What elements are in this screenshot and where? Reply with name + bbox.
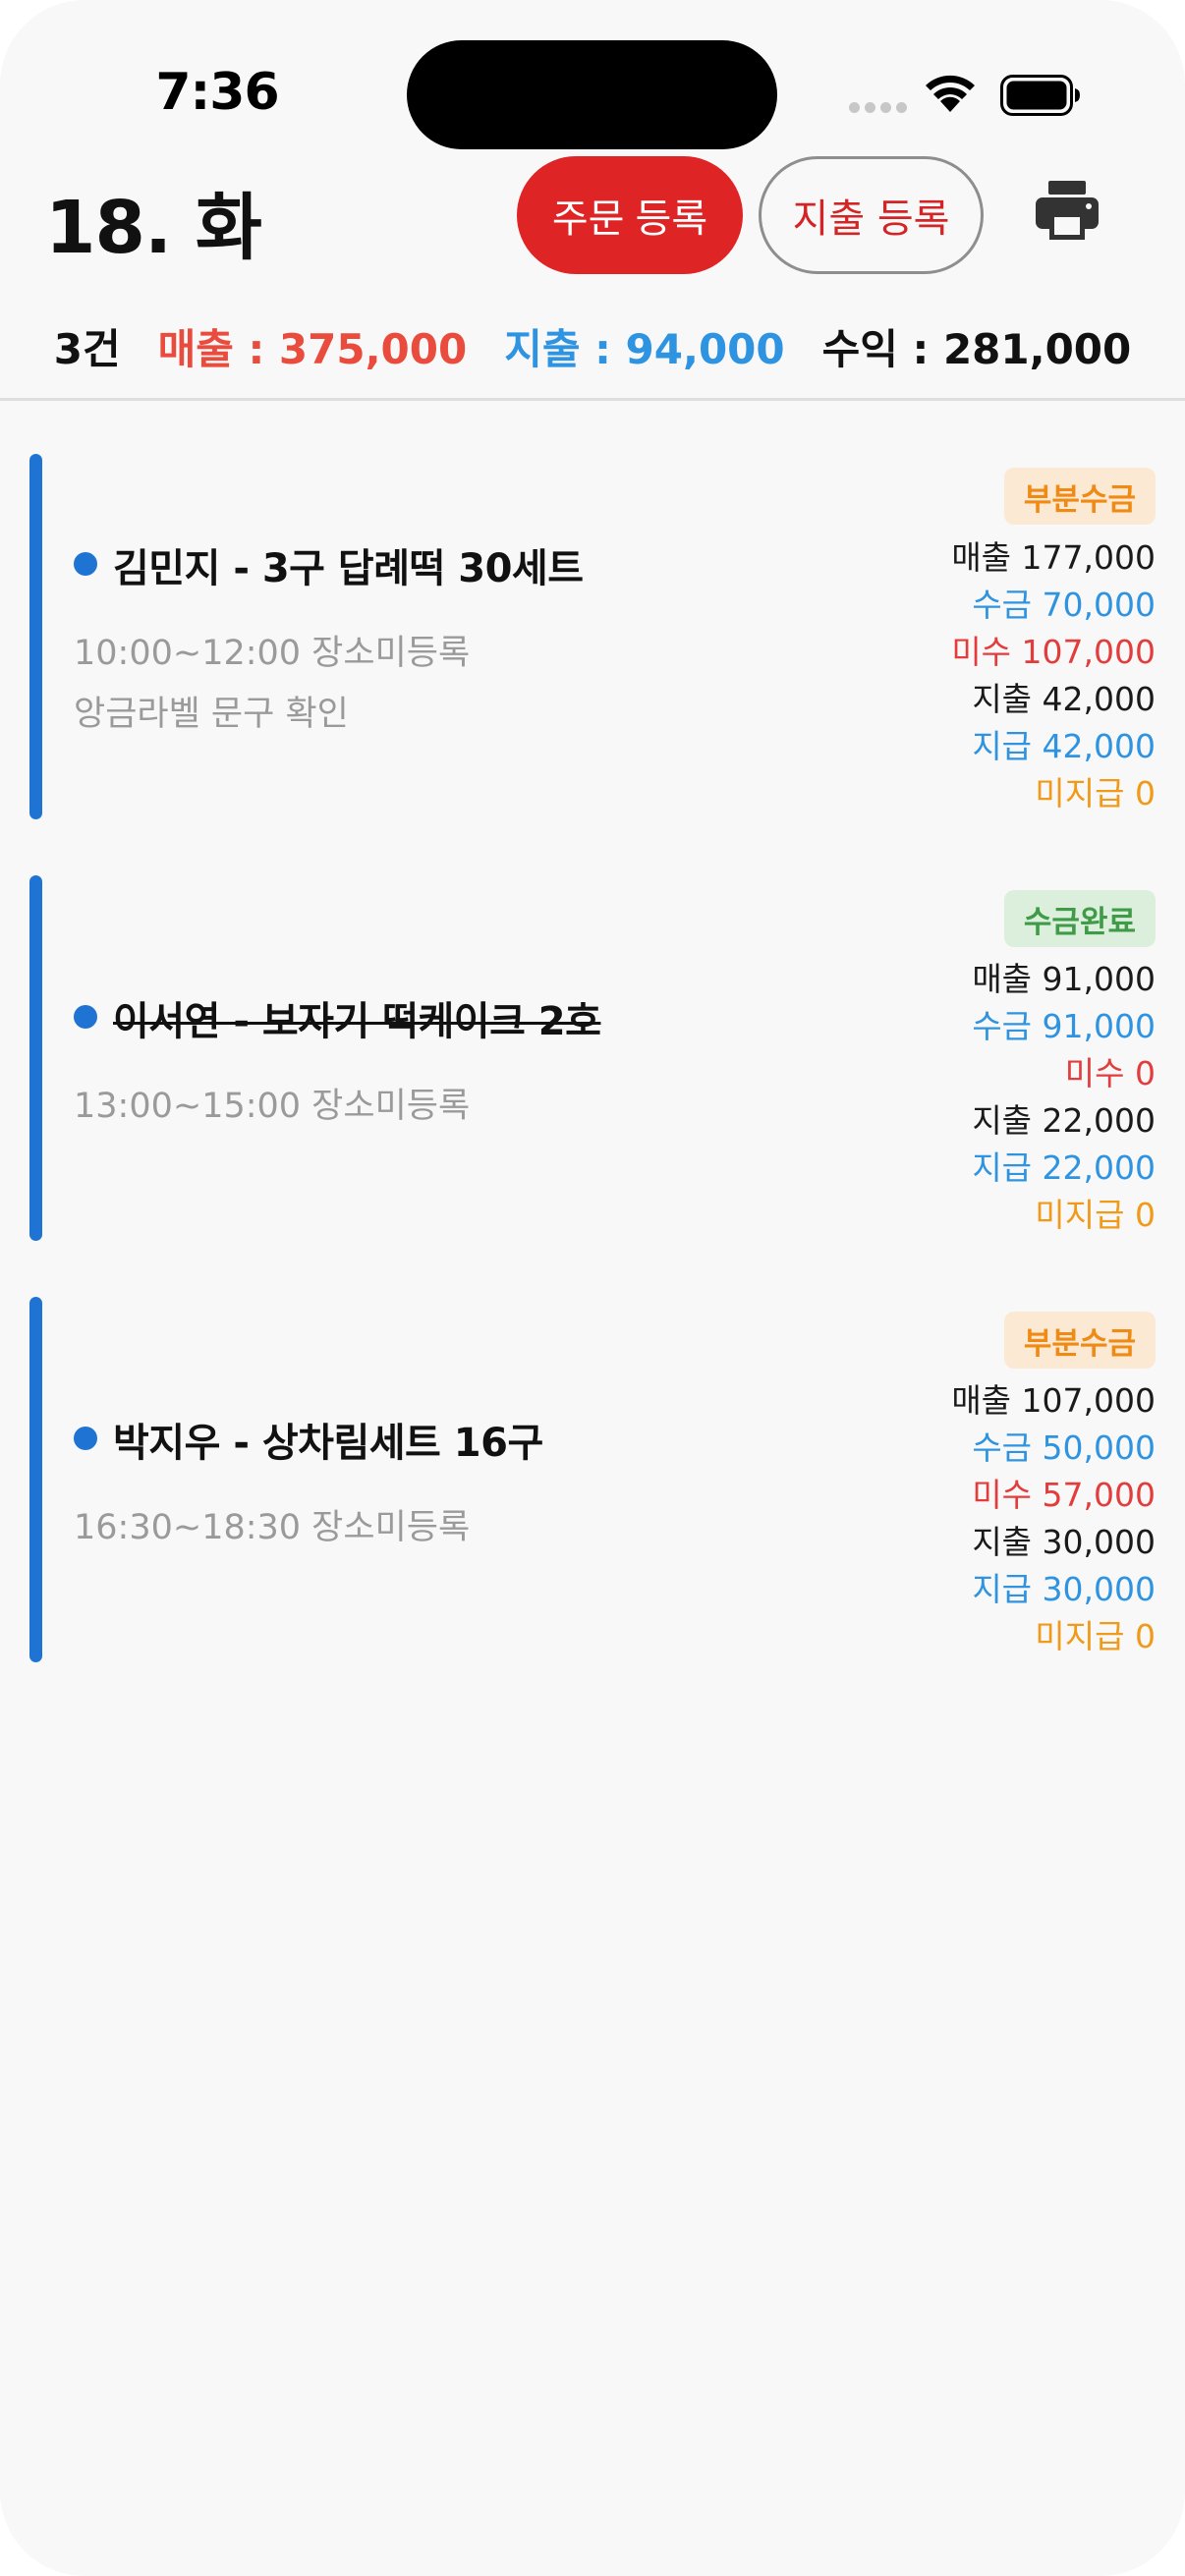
order-unreceived: 미수 107,000	[951, 633, 1156, 671]
dynamic-island	[407, 40, 777, 149]
order-received: 수금 91,000	[972, 1007, 1156, 1045]
register-expense-button[interactable]: 지출 등록	[759, 156, 984, 274]
app-screen: 7:36 18. 화 주문 등록 지출 등록 3건 매출 : 375,000 지…	[0, 0, 1185, 2576]
daily-summary: 3건 매출 : 375,000 지출 : 94,000 수익 : 281,000	[0, 316, 1185, 376]
header-divider	[0, 398, 1185, 401]
order-dot-icon	[74, 1427, 97, 1450]
order-amounts: 매출 91,000 수금 91,000 미수 0 지출 22,000 지급 22…	[972, 956, 1156, 1239]
register-order-button[interactable]: 주문 등록	[517, 156, 743, 274]
card-accent-bar	[29, 454, 42, 819]
expense-total: 지출 : 94,000	[504, 325, 785, 373]
order-unpaid: 미지급 0	[1035, 774, 1156, 812]
order-unreceived: 미수 57,000	[972, 1476, 1156, 1514]
order-sales: 매출 177,000	[951, 538, 1156, 577]
wifi-icon	[926, 75, 975, 112]
order-card[interactable]: 김민지 - 3구 답례떡 30세트 10:00~12:00 장소미등록 앙금라벨…	[0, 454, 1185, 819]
status-badge: 부분수금	[1003, 1312, 1156, 1369]
order-time-place: 16:30~18:30 장소미등록	[74, 1508, 471, 1547]
order-received: 수금 70,000	[972, 586, 1156, 624]
printer-icon[interactable]	[1036, 181, 1099, 240]
order-expense: 지출 42,000	[972, 680, 1156, 718]
order-amounts: 매출 107,000 수금 50,000 미수 57,000 지출 30,000…	[951, 1377, 1156, 1660]
order-unpaid: 미지급 0	[1035, 1617, 1156, 1655]
order-dot-icon	[74, 1005, 97, 1029]
order-unreceived: 미수 0	[1064, 1054, 1156, 1092]
order-card[interactable]: 박지우 - 상차림세트 16구 16:30~18:30 장소미등록 부분수금 매…	[0, 1297, 1185, 1662]
order-time-place: 13:00~15:00 장소미등록	[74, 1087, 471, 1126]
order-count: 3건	[53, 325, 121, 373]
order-title: 이서연 - 보자기 떡케이크 2호	[113, 999, 601, 1044]
cellular-signal-icon	[849, 102, 907, 113]
order-title: 김민지 - 3구 답례떡 30세트	[113, 546, 584, 591]
order-expense: 지출 22,000	[972, 1101, 1156, 1140]
status-badge: 수금완료	[1003, 890, 1156, 947]
order-dot-icon	[74, 552, 97, 576]
order-memo: 앙금라벨 문구 확인	[74, 695, 349, 734]
order-paid: 지급 30,000	[972, 1570, 1156, 1608]
page-title: 18. 화	[45, 186, 262, 270]
order-time-place: 10:00~12:00 장소미등록	[74, 634, 471, 673]
order-received: 수금 50,000	[972, 1428, 1156, 1467]
card-accent-bar	[29, 1297, 42, 1662]
profit-total: 수익 : 281,000	[821, 325, 1132, 373]
order-unpaid: 미지급 0	[1035, 1196, 1156, 1234]
order-sales: 매출 107,000	[951, 1381, 1156, 1420]
card-accent-bar	[29, 875, 42, 1241]
order-paid: 지급 42,000	[972, 727, 1156, 765]
status-time: 7:36	[155, 63, 279, 122]
order-card[interactable]: 이서연 - 보자기 떡케이크 2호 13:00~15:00 장소미등록 수금완료…	[0, 875, 1185, 1241]
status-badge: 부분수금	[1003, 468, 1156, 525]
order-expense: 지출 30,000	[972, 1523, 1156, 1561]
order-sales: 매출 91,000	[972, 960, 1156, 998]
order-paid: 지급 22,000	[972, 1148, 1156, 1187]
order-amounts: 매출 177,000 수금 70,000 미수 107,000 지출 42,00…	[951, 534, 1156, 817]
sales-total: 매출 : 375,000	[157, 325, 468, 373]
order-title: 박지우 - 상차림세트 16구	[113, 1421, 543, 1466]
battery-icon	[1000, 75, 1080, 116]
